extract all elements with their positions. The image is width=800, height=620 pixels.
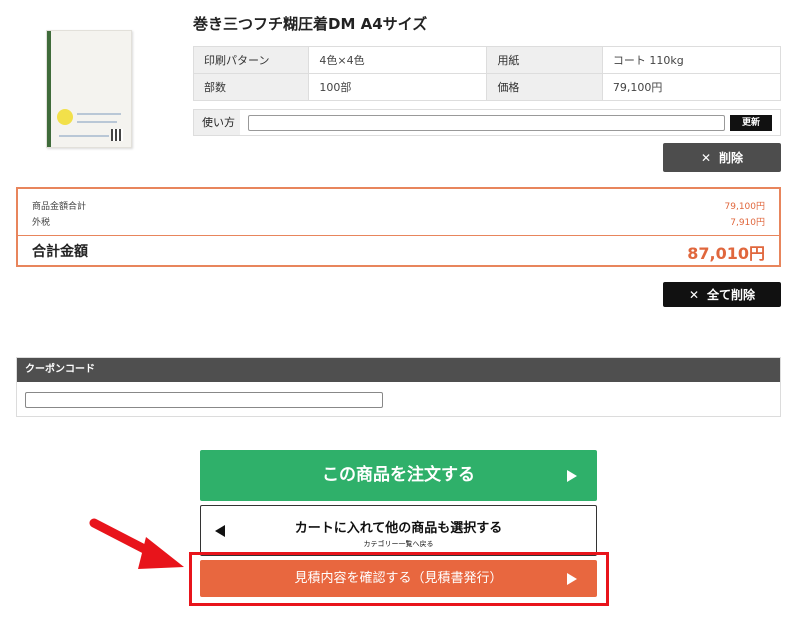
total-label: 合計金額 [32,244,88,260]
table-row: 部数 100部 価格 79,100円 [192,73,782,101]
thumbnail-spine [47,31,51,147]
table-row: 印刷パターン 4色×4色 用紙 コート 110kg [192,46,782,74]
product-title: 巻き三つフチ糊圧着DM A4サイズ [193,15,428,33]
spec-value: 100部 [308,73,488,101]
subtotal-value: 79,100円 [724,202,766,212]
subtotal-row: 商品金額合計 79,100円 [32,199,765,212]
spec-label: 印刷パターン [192,46,310,74]
tax-value: 7,910円 [730,218,765,228]
product-thumbnail [46,30,132,148]
back-arrow-icon [215,524,225,537]
subtotal-label: 商品金額合計 [32,202,87,212]
order-button[interactable]: この商品を注文する [200,450,597,501]
spec-label: 部数 [192,73,310,101]
usage-label: 使い方 [194,110,240,135]
spec-table: 印刷パターン 4色×4色 用紙 コート 110kg 部数 100部 価格 79,… [192,46,782,101]
spec-label: 用紙 [486,46,603,74]
usage-input[interactable] [248,115,725,131]
tax-label: 外税 [32,218,51,228]
play-arrow-icon [567,469,577,482]
total-value: 87,010円 [687,244,765,263]
close-icon: ✕ [700,150,712,165]
thumbnail-line [77,113,121,115]
add-to-cart-button[interactable]: カートに入れて他の商品も選択する カテゴリー一覧へ戻る [200,505,597,556]
delete-button[interactable]: ✕ 削除 [663,143,781,172]
spec-value: 79,100円 [601,73,782,101]
qr-code-icon [111,129,123,141]
thumbnail-line [77,121,117,123]
summary-divider [18,235,779,236]
spec-value: 4色×4色 [308,46,488,74]
cart-label: カートに入れて他の商品も選択する [294,521,503,536]
coupon-header: クーポンコード [17,358,780,382]
highlight-box [189,552,609,606]
coupon-section: クーポンコード [16,357,781,417]
red-arrow-icon [89,518,184,569]
delete-label: 削除 [719,151,744,165]
close-icon: ✕ [688,287,700,302]
cart-sub-label: カテゴリー一覧へ戻る [363,540,434,548]
tax-row: 外税 7,910円 [32,215,765,228]
thumbnail-line [59,135,109,137]
delete-all-label: 全て削除 [707,288,756,302]
spec-value: コート 110kg [601,46,782,74]
update-button[interactable]: 更新 [730,115,772,131]
usage-row: 使い方 更新 [193,109,781,136]
spec-label: 価格 [486,73,603,101]
order-label: この商品を注文する [322,465,475,485]
price-summary: 商品金額合計 79,100円 外税 7,910円 合計金額 87,010円 [16,187,781,267]
delete-all-button[interactable]: ✕ 全て削除 [663,282,781,307]
thumbnail-badge [57,109,73,125]
total-row: 合計金額 87,010円 [32,241,765,263]
coupon-input[interactable] [25,392,383,408]
